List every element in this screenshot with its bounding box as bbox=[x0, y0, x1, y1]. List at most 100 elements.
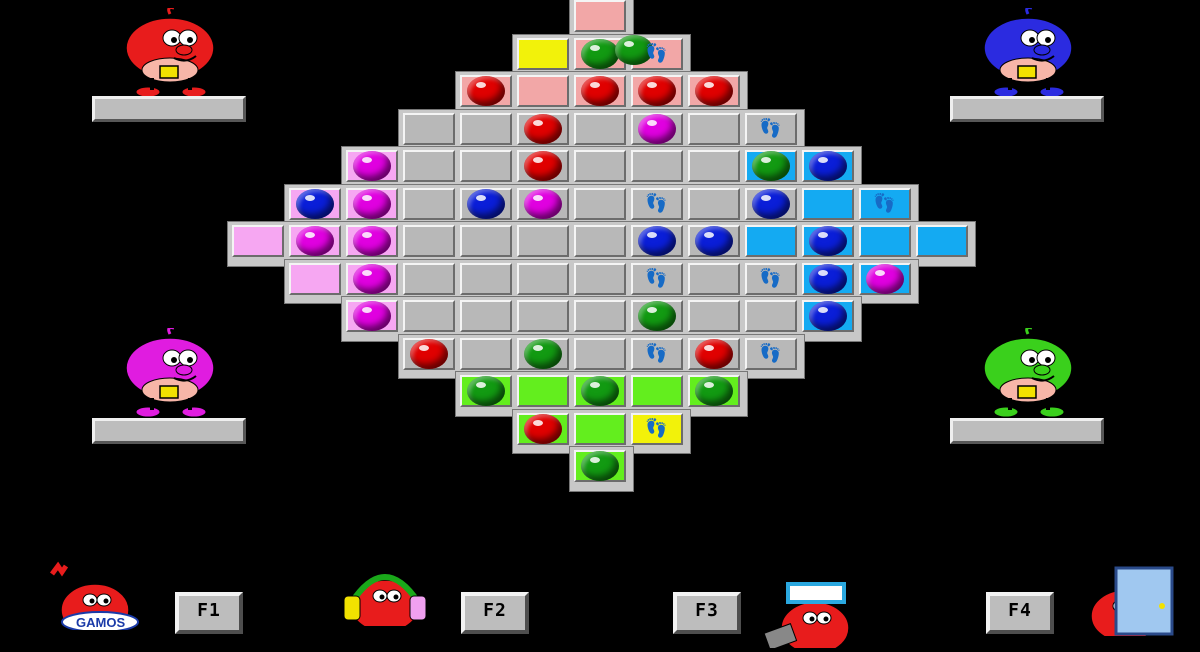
footprints-icon: 👣 bbox=[759, 342, 782, 364]
board-cell[interactable] bbox=[688, 150, 740, 182]
board-cell[interactable] bbox=[403, 262, 455, 295]
ball-highlight bbox=[305, 232, 315, 238]
magenta-ball[interactable] bbox=[524, 188, 562, 219]
magenta-ball[interactable] bbox=[353, 263, 391, 294]
green-ball[interactable] bbox=[752, 151, 790, 181]
red-ball[interactable] bbox=[410, 338, 448, 369]
board-cell[interactable] bbox=[574, 337, 626, 370]
board-cell[interactable] bbox=[859, 225, 911, 257]
board-cell[interactable] bbox=[916, 225, 968, 257]
headphones-music-icon[interactable] bbox=[330, 556, 440, 633]
board-cell[interactable] bbox=[517, 262, 569, 295]
board-cell[interactable] bbox=[403, 187, 455, 220]
blue-ball[interactable] bbox=[809, 301, 847, 331]
board-cell[interactable] bbox=[289, 262, 341, 295]
board-cell[interactable] bbox=[574, 112, 626, 145]
function-key-f3[interactable]: F3 bbox=[673, 592, 741, 634]
board-cell[interactable] bbox=[460, 112, 512, 145]
red-ball[interactable] bbox=[581, 76, 619, 106]
board-cell[interactable] bbox=[574, 225, 626, 257]
red-ball[interactable] bbox=[695, 76, 733, 106]
red-ball[interactable] bbox=[638, 76, 676, 106]
green-ball[interactable] bbox=[695, 376, 733, 406]
board-cell[interactable] bbox=[745, 300, 797, 332]
green-ball[interactable] bbox=[581, 451, 619, 481]
board-cell[interactable] bbox=[232, 225, 284, 257]
magenta-ball[interactable] bbox=[353, 188, 391, 219]
ball-highlight bbox=[704, 382, 714, 388]
magenta-ball[interactable] bbox=[866, 263, 904, 294]
ball-highlight bbox=[590, 82, 600, 88]
green-ball[interactable] bbox=[581, 38, 619, 69]
red-ball[interactable] bbox=[524, 113, 562, 144]
green-ball[interactable] bbox=[524, 338, 562, 369]
green-ball[interactable] bbox=[581, 376, 619, 406]
blue-ball[interactable] bbox=[809, 263, 847, 294]
board-cell[interactable] bbox=[460, 337, 512, 370]
magenta-ball[interactable] bbox=[353, 301, 391, 331]
green-player-character bbox=[968, 326, 1088, 422]
ball-highlight bbox=[362, 269, 372, 276]
board-cell[interactable] bbox=[631, 150, 683, 182]
function-key-f4[interactable]: F4 bbox=[986, 592, 1054, 634]
board-cell[interactable] bbox=[574, 0, 626, 32]
gamos-logo-icon[interactable]: GAMOS bbox=[40, 560, 150, 637]
ball-highlight bbox=[704, 344, 714, 351]
board-cell[interactable] bbox=[460, 150, 512, 182]
blue-ball[interactable] bbox=[467, 188, 505, 219]
red-ball[interactable] bbox=[524, 413, 562, 444]
board-cell[interactable] bbox=[403, 225, 455, 257]
board-cell[interactable] bbox=[574, 412, 626, 445]
board-cell[interactable] bbox=[802, 187, 854, 220]
magenta-ball[interactable] bbox=[638, 113, 676, 144]
function-key-f1[interactable]: F1 bbox=[175, 592, 243, 634]
ball-highlight bbox=[362, 307, 372, 313]
ball-highlight bbox=[476, 382, 486, 388]
blue-ball[interactable] bbox=[296, 188, 334, 219]
board-cell[interactable] bbox=[574, 187, 626, 220]
ball-highlight bbox=[647, 232, 657, 238]
board-cell[interactable] bbox=[403, 300, 455, 332]
ball-highlight bbox=[476, 82, 486, 88]
board-cell[interactable] bbox=[745, 225, 797, 257]
board-cell[interactable] bbox=[688, 300, 740, 332]
board-cell[interactable] bbox=[460, 300, 512, 332]
green-ball[interactable] bbox=[638, 301, 676, 331]
blue-ball[interactable] bbox=[638, 226, 676, 256]
exit-door-icon[interactable] bbox=[1070, 566, 1180, 643]
magenta-ball[interactable] bbox=[353, 226, 391, 256]
green-ball[interactable] bbox=[467, 376, 505, 406]
glasses-keyboard-icon[interactable] bbox=[760, 578, 870, 652]
blue-ball[interactable] bbox=[809, 226, 847, 256]
board-cell[interactable] bbox=[460, 262, 512, 295]
board-cell[interactable] bbox=[517, 375, 569, 407]
board-cell[interactable] bbox=[688, 187, 740, 220]
function-key-f2[interactable]: F2 bbox=[461, 592, 529, 634]
board-cell[interactable] bbox=[574, 300, 626, 332]
board-cell[interactable] bbox=[517, 37, 569, 70]
red-ball[interactable] bbox=[524, 151, 562, 181]
magenta-player-score-plate bbox=[92, 418, 246, 444]
board-cell[interactable] bbox=[403, 112, 455, 145]
board-cell[interactable] bbox=[517, 75, 569, 107]
board-cell[interactable] bbox=[688, 262, 740, 295]
red-ball[interactable] bbox=[695, 338, 733, 369]
blue-ball[interactable] bbox=[695, 226, 733, 256]
magenta-ball[interactable] bbox=[353, 151, 391, 181]
board-cell[interactable] bbox=[403, 150, 455, 182]
board-cell[interactable] bbox=[688, 112, 740, 145]
ball-highlight bbox=[590, 457, 600, 463]
blue-ball[interactable] bbox=[809, 151, 847, 181]
board-cell[interactable] bbox=[517, 300, 569, 332]
board-cell[interactable] bbox=[631, 375, 683, 407]
board-cell[interactable] bbox=[574, 150, 626, 182]
footprints-icon: 👣 bbox=[645, 192, 668, 214]
blue-ball[interactable] bbox=[752, 188, 790, 219]
ball-highlight bbox=[704, 232, 714, 238]
board-cell[interactable] bbox=[517, 225, 569, 257]
ball-highlight bbox=[761, 157, 771, 163]
board-cell[interactable] bbox=[460, 225, 512, 257]
red-ball[interactable] bbox=[467, 76, 505, 106]
board-cell[interactable] bbox=[574, 262, 626, 295]
magenta-ball[interactable] bbox=[296, 226, 334, 256]
